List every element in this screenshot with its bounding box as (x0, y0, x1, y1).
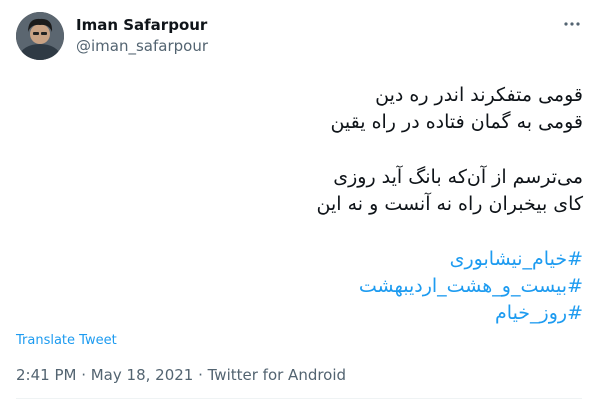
more-horizontal-icon (564, 22, 580, 26)
hashtag-link[interactable]: #بیست_و_هشت_اردیبهشت (18, 274, 583, 299)
tweet-line: قومی متفکرند اندر ره دین (375, 84, 583, 106)
translate-tweet-link[interactable]: Translate Tweet (16, 333, 117, 348)
tweet-metadata[interactable]: 2:41 PM · May 18, 2021 · Twitter for And… (16, 366, 346, 384)
avatar[interactable] (16, 12, 64, 60)
tweet-card: Iman Safarpour @iman_safarpour قومی متفک… (0, 0, 598, 401)
tweet-line: می‌ترسم از آن‌که بانگ آید روزی (333, 166, 583, 188)
tweet-line: کای بیخبران راه نه آنست و نه این (316, 193, 583, 215)
author-handle[interactable]: @iman_safarpour (76, 37, 208, 55)
more-options-button[interactable] (558, 12, 586, 36)
divider (16, 398, 582, 399)
hashtag-link[interactable]: #خیام_نیشابوری (18, 247, 583, 272)
hashtag-link[interactable]: #روز_خیام (18, 301, 583, 326)
tweet-line: قومی به گمان فتاده در راه یقین (330, 111, 583, 133)
author-name[interactable]: Iman Safarpour (76, 16, 207, 34)
avatar-image (16, 12, 64, 60)
